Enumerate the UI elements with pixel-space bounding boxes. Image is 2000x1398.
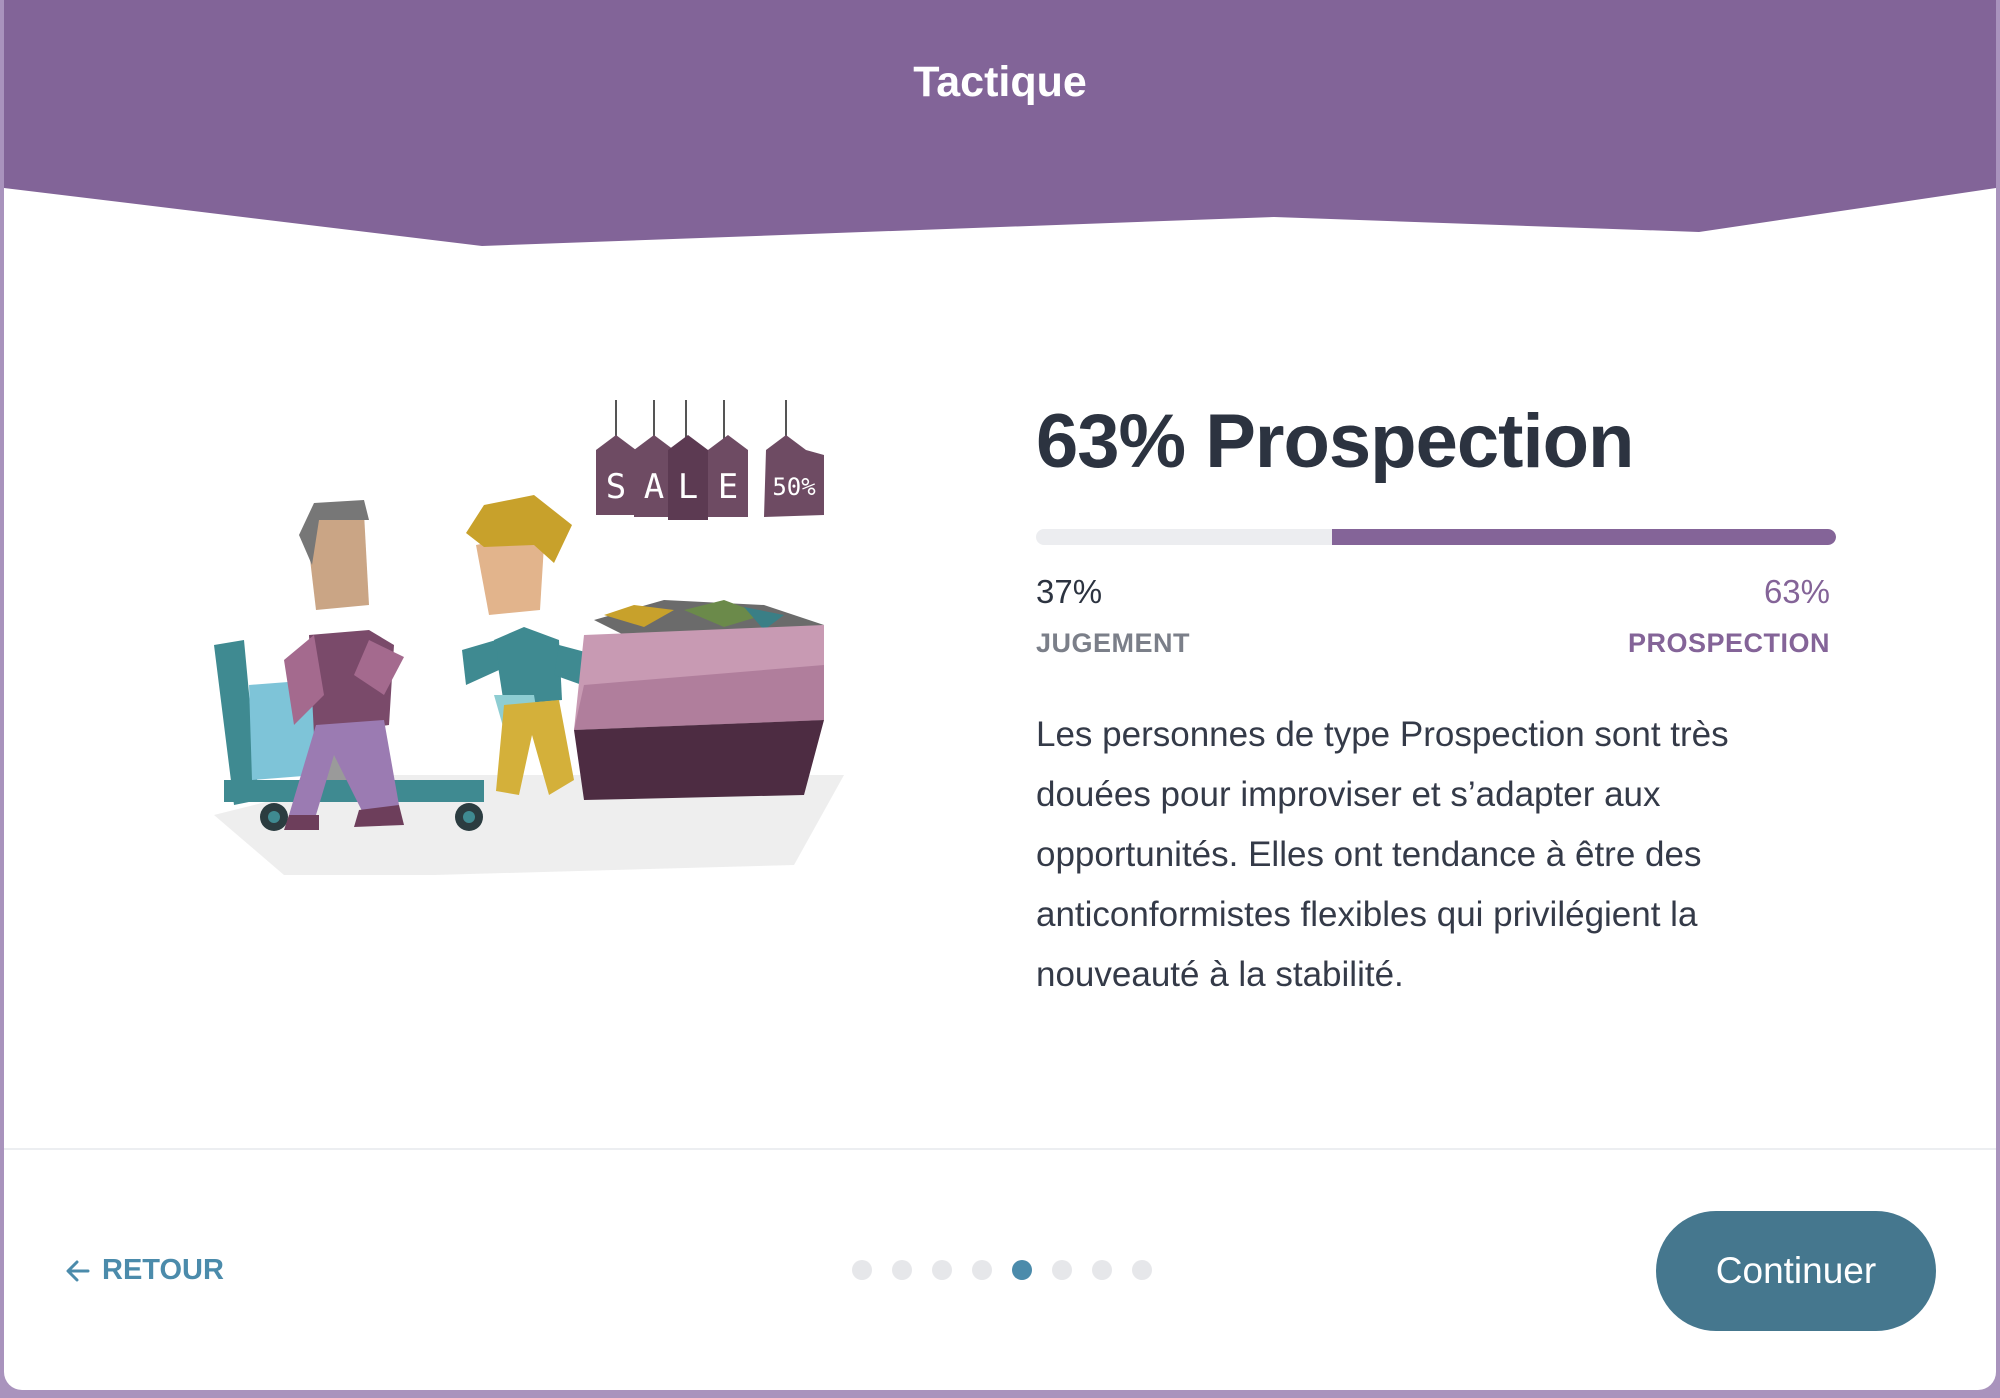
trait-progress-fill	[1332, 529, 1836, 545]
back-button-label: RETOUR	[102, 1254, 224, 1286]
sale-tag: L	[668, 435, 708, 520]
back-button[interactable]: RETOUR	[64, 1254, 224, 1287]
svg-text:50%: 50%	[772, 473, 816, 501]
modal-card: Tactique S A L E 50% 63% Prospection 37%…	[4, 0, 1996, 1390]
svg-text:S: S	[606, 467, 626, 507]
step-dot-active	[1012, 1260, 1032, 1280]
sale-tag: 50%	[764, 435, 824, 517]
sale-tag: E	[708, 435, 748, 517]
step-dot	[852, 1260, 872, 1280]
page-title: Tactique	[913, 58, 1087, 106]
step-dot	[972, 1260, 992, 1280]
trait-progress-bar	[1036, 529, 1836, 545]
result-headline: 63% Prospection	[1036, 399, 1634, 484]
step-dot	[1092, 1260, 1112, 1280]
step-dot	[1132, 1260, 1152, 1280]
header-band	[4, 0, 1996, 246]
sale-tag: S	[596, 435, 636, 515]
right-trait-percent: 63%	[1763, 573, 1830, 610]
trait-description: Les personnes de type Prospection sont t…	[1036, 715, 1729, 994]
svg-text:L: L	[678, 467, 698, 507]
continue-button[interactable]: Continuer	[1656, 1211, 1936, 1331]
right-trait-label: PROSPECTION	[1627, 628, 1830, 658]
svg-text:A: A	[644, 467, 664, 507]
step-dot	[1052, 1260, 1072, 1280]
footer-divider	[4, 1148, 1996, 1150]
left-trait-percent: 37%	[1036, 573, 1103, 610]
step-indicator	[852, 1260, 1152, 1280]
left-trait-label: JUGEMENT	[1036, 628, 1191, 658]
step-dot	[932, 1260, 952, 1280]
svg-text:E: E	[718, 467, 738, 507]
arrow-left-icon	[66, 1260, 90, 1281]
step-dot	[892, 1260, 912, 1280]
sale-illustration: S A L E 50%	[214, 400, 844, 875]
